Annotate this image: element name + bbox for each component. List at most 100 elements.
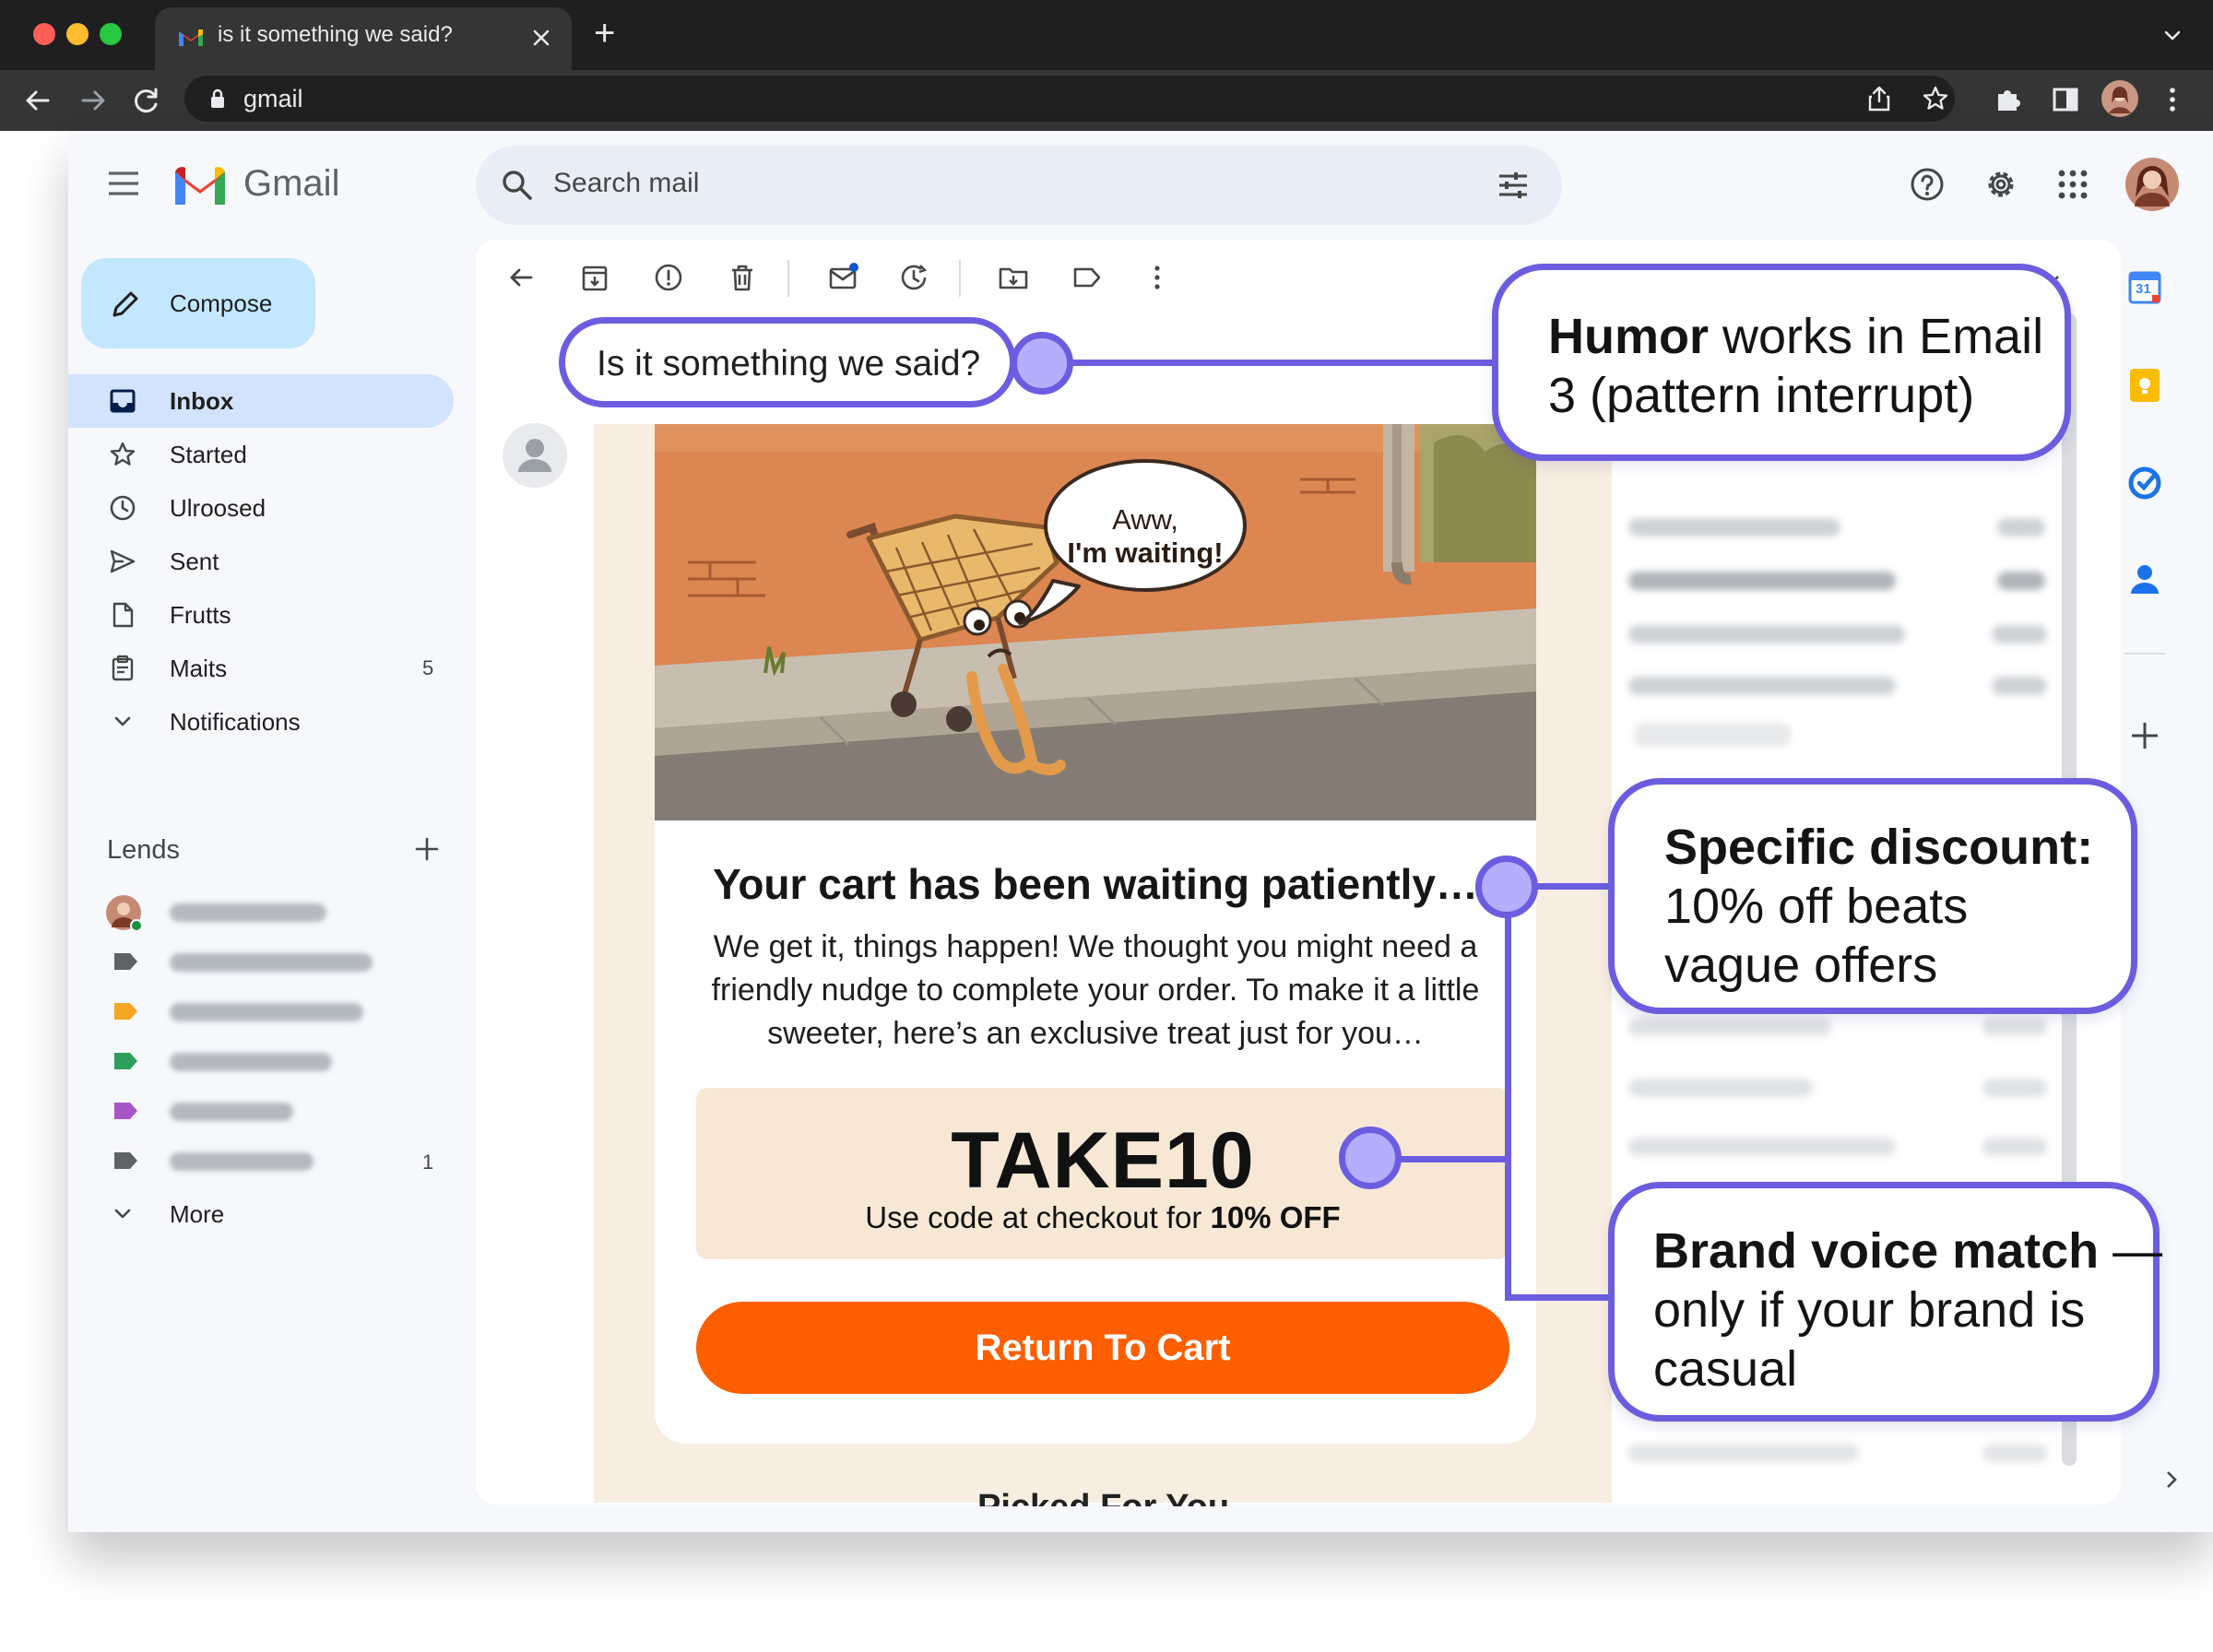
bookmark-star-icon[interactable] [1922, 85, 1949, 112]
extensions-puzzle-icon[interactable] [1994, 85, 2023, 114]
toolbar-divider [959, 260, 961, 297]
callout-brand-voice: Brand voice match — only if your brand i… [1608, 1182, 2162, 1422]
close-window-button[interactable] [33, 23, 55, 45]
apps-grid-icon[interactable] [2056, 168, 2089, 201]
return-to-cart-button[interactable]: Return To Cart [696, 1302, 1509, 1394]
sidebar-item-more[interactable]: More [68, 1187, 454, 1241]
back-arrow-icon[interactable] [22, 85, 53, 116]
reload-icon[interactable] [131, 85, 162, 116]
gmail-logo-icon[interactable] [172, 162, 229, 206]
label-icon[interactable] [1071, 262, 1103, 293]
search-options-icon[interactable] [1496, 168, 1531, 203]
help-icon[interactable] [1909, 166, 1946, 203]
blurred-inbox-row [1992, 677, 2047, 695]
back-to-inbox-icon[interactable] [505, 262, 537, 293]
sidebar-item-frutts[interactable]: Frutts [68, 588, 454, 642]
blurred-inbox-row [1982, 1444, 2047, 1462]
discount-code-note: Use code at checkout for 10% OFF [865, 1200, 1341, 1234]
label-row[interactable] [68, 889, 454, 935]
address-text: gmail [243, 85, 303, 112]
inbox-icon [109, 387, 136, 415]
snooze-icon[interactable] [898, 262, 929, 293]
mark-unread-icon[interactable] [828, 262, 859, 293]
blurred-inbox-row [1628, 1018, 1831, 1036]
forward-arrow-icon[interactable] [77, 85, 109, 116]
blurred-label-text [170, 1152, 314, 1171]
create-label-icon[interactable] [413, 835, 441, 863]
tasks-icon[interactable] [2126, 465, 2163, 502]
chevron-down-icon [109, 708, 136, 736]
minimize-window-button[interactable] [66, 23, 89, 45]
label-row[interactable] [68, 1088, 454, 1134]
account-avatar[interactable] [2124, 157, 2180, 212]
blurred-inbox-row [1628, 572, 1896, 590]
browser-profile-avatar[interactable] [2101, 79, 2139, 118]
search-icon[interactable] [500, 168, 535, 203]
blurred-inbox-row [1634, 723, 1791, 747]
more-options-icon[interactable] [1142, 262, 1173, 293]
compose-button[interactable]: Compose [81, 258, 315, 348]
address-bar[interactable]: gmail [184, 76, 1955, 122]
blurred-inbox-row [1628, 518, 1840, 537]
label-row[interactable] [68, 988, 454, 1034]
settings-gear-icon[interactable] [1982, 166, 2019, 203]
delete-trash-icon[interactable] [727, 262, 758, 293]
sidebar-item-inbox[interactable]: Inbox [68, 374, 454, 428]
email-subject: Is it something we said? [597, 344, 981, 384]
search-mail-input[interactable]: Search mail [476, 146, 1562, 225]
expand-panel-chevron-icon[interactable] [2160, 1468, 2183, 1492]
blurred-inbox-row [1997, 572, 2045, 590]
label-row[interactable]: 1 [68, 1138, 454, 1184]
pencil-icon [109, 288, 142, 321]
email-body-text: We get it, things happen! We thought you… [711, 929, 1480, 1051]
label-tag-icon [112, 1101, 138, 1121]
sidebar-item-label: Ulroosed [170, 494, 266, 522]
label-row[interactable] [68, 1038, 454, 1084]
callout-humor-line1: Humor works in Email [1548, 309, 2044, 364]
callout-discount-line2: 10% off beats [1664, 879, 1969, 934]
connector-line [1505, 1294, 1623, 1301]
blurred-inbox-row [1982, 1079, 2047, 1097]
blurred-label-text [170, 1003, 363, 1021]
annotation-marker [1475, 856, 1538, 918]
move-to-icon[interactable] [998, 262, 1029, 293]
label-tag-icon [112, 1051, 138, 1071]
keep-icon[interactable] [2126, 367, 2163, 404]
callout-discount-line1: Specific discount: [1664, 820, 2094, 875]
maximize-window-button[interactable] [100, 23, 122, 45]
sidebar-item-started[interactable]: Started [68, 428, 454, 481]
blurred-inbox-row [1982, 1138, 2047, 1156]
new-tab-button[interactable]: + [594, 13, 615, 54]
search-placeholder: Search mail [553, 168, 700, 198]
email-headline: Your cart has been waiting patiently… [713, 860, 1478, 908]
blurred-label-text [170, 1053, 332, 1071]
sidebar-item-label: More [170, 1200, 225, 1228]
blurred-label-text [170, 1103, 293, 1121]
share-icon[interactable] [1866, 85, 1892, 112]
sidebar-item-sent[interactable]: Sent [68, 535, 454, 588]
label-tag-icon [112, 1001, 138, 1021]
label-row[interactable] [68, 938, 454, 985]
chevron-down-icon [109, 1200, 136, 1228]
close-tab-icon[interactable] [529, 26, 553, 50]
blurred-label-text [170, 953, 373, 972]
sidebar-item-ulroosed[interactable]: Ulroosed [68, 481, 454, 535]
compose-label: Compose [170, 289, 273, 317]
browser-tab[interactable]: is it something we said? [155, 7, 572, 70]
archive-icon[interactable] [579, 262, 610, 293]
report-spam-icon[interactable] [653, 262, 684, 293]
main-menu-icon[interactable] [107, 170, 140, 197]
connector-line [1070, 360, 1499, 366]
blurred-inbox-row [1628, 1444, 1859, 1462]
tab-search-chevron-icon[interactable] [2161, 24, 2183, 46]
label-tag-icon [112, 951, 138, 972]
sidebar-item-maits[interactable]: Maits 5 [68, 642, 454, 695]
contacts-icon[interactable] [2126, 560, 2163, 597]
side-panel-icon[interactable] [2051, 85, 2080, 114]
callout-brand-line3: casual [1653, 1341, 1798, 1397]
label-count: 1 [422, 1150, 434, 1174]
add-app-icon[interactable] [2126, 717, 2163, 754]
sidebar-item-notifications[interactable]: Notifications [68, 695, 454, 749]
browser-menu-icon[interactable] [2163, 85, 2182, 114]
calendar-icon[interactable]: 31 [2126, 269, 2163, 306]
